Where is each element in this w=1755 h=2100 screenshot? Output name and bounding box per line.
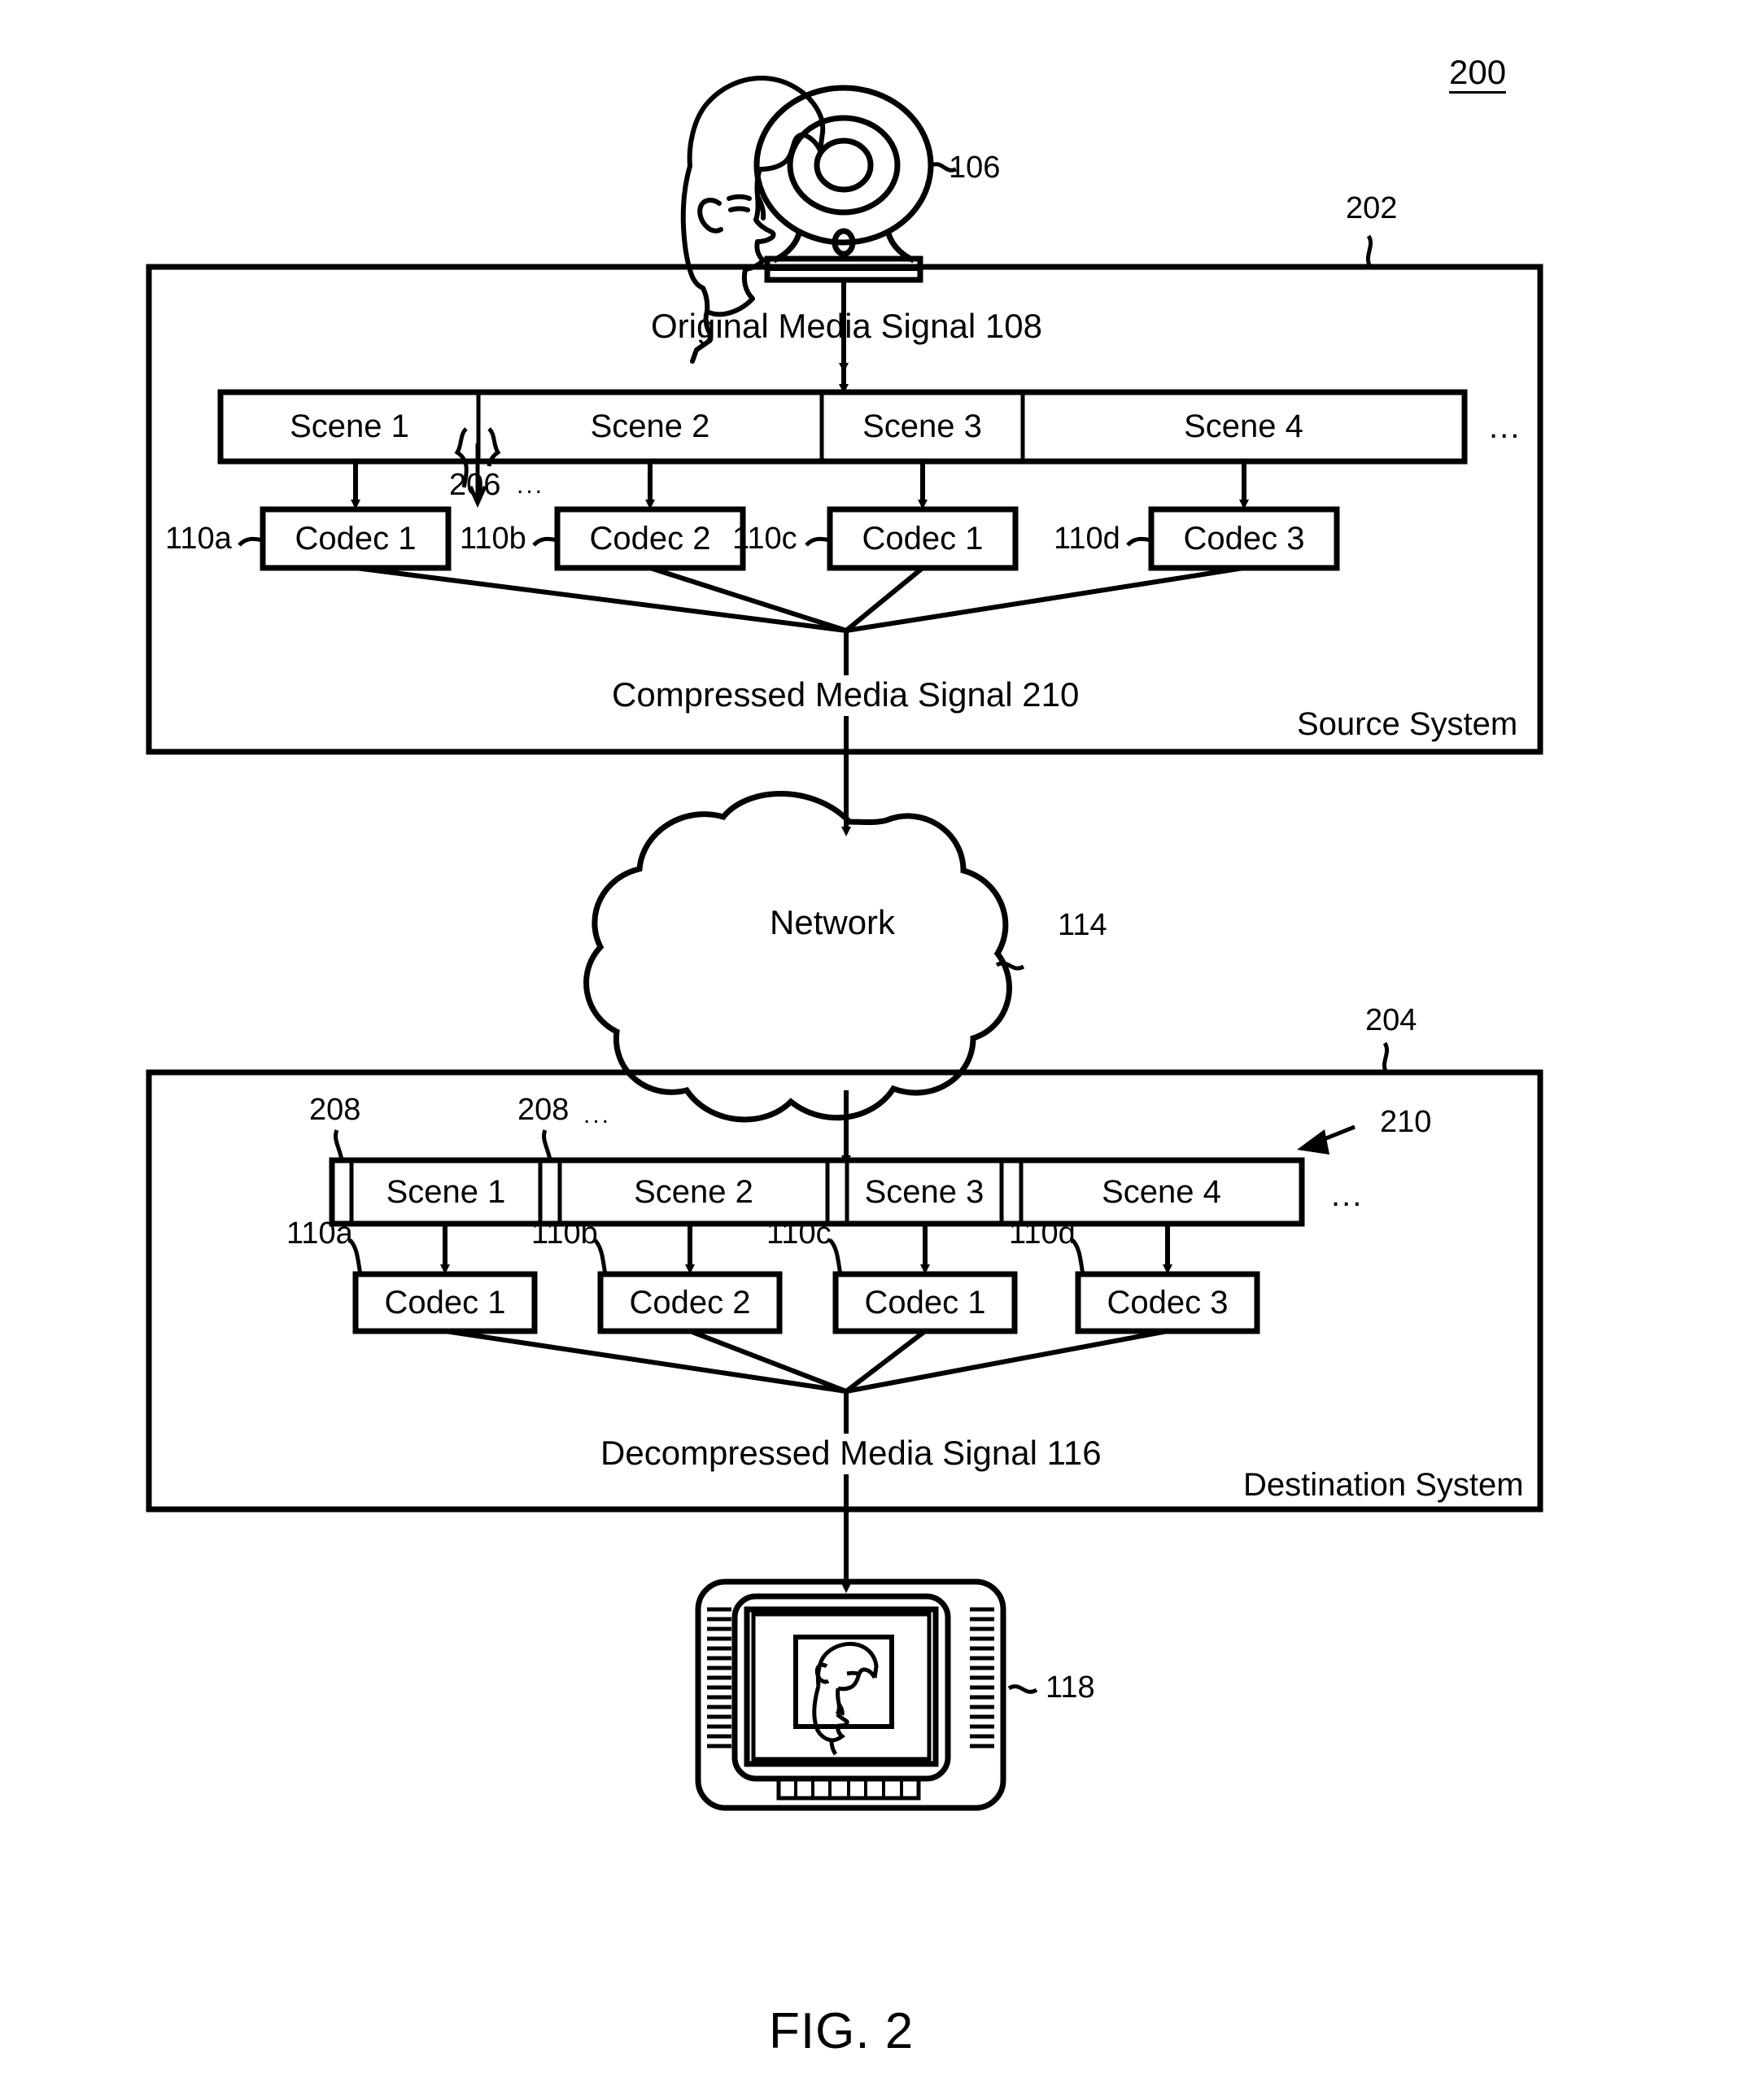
source-scene-2: Scene 2 — [590, 408, 710, 444]
figure-system-ref: 200 — [1449, 55, 1507, 94]
source-scene-3: Scene 3 — [862, 408, 982, 444]
destination-codec-ref-110c: 110c — [766, 1216, 832, 1251]
ref-202-leader — [1365, 234, 1373, 269]
destination-codec-fanin — [444, 1329, 1168, 1434]
destination-system-label: Destination System — [1243, 1467, 1524, 1503]
ref-208-leaders — [334, 1129, 552, 1161]
monitor-control-strip — [776, 1776, 921, 1801]
source-codec-ref-110b: 110b — [460, 522, 526, 556]
source-system-label: Source System — [1297, 706, 1518, 742]
destination-track-ellipsis: ... — [1331, 1177, 1364, 1213]
source-codec-1: Codec 1 — [295, 520, 417, 557]
ref-210-leader — [1297, 1124, 1356, 1155]
webcam-icon — [753, 85, 934, 283]
destination-marker-ellipsis: ... — [583, 1102, 612, 1129]
destination-codec-2: Codec 2 — [629, 1284, 751, 1321]
destination-scene-4: Scene 4 — [1102, 1173, 1221, 1210]
destination-codec-4: Codec 3 — [1107, 1284, 1229, 1321]
destination-marker-ref-208-b: 208 — [517, 1093, 570, 1127]
ref-204-leader — [1382, 1041, 1390, 1074]
source-track-ellipsis: ... — [1489, 409, 1521, 445]
original-media-signal-label: Original Media Signal 108 — [651, 307, 1042, 345]
source-codec-4: Codec 3 — [1183, 520, 1305, 557]
decompressed-media-signal-label: Decompressed Media Signal 116 — [600, 1434, 1102, 1472]
destination-codec-ref-110b: 110b — [531, 1216, 598, 1251]
destination-scene-3: Scene 3 — [864, 1173, 984, 1210]
monitor-vents-right — [970, 1607, 994, 1749]
destination-codec-ref-110d: 110d — [1009, 1216, 1076, 1251]
destination-system-ref: 204 — [1365, 1003, 1417, 1037]
source-system-ref: 202 — [1346, 191, 1398, 225]
source-codec-3: Codec 1 — [862, 520, 984, 557]
destination-marker-ref-208-a: 208 — [309, 1093, 361, 1127]
source-codec-2: Codec 2 — [589, 520, 711, 557]
destination-scene-1: Scene 1 — [386, 1173, 506, 1210]
display-ref: 118 — [1046, 1670, 1095, 1705]
source-codec-ref-110a: 110a — [165, 522, 232, 556]
destination-codec-1: Codec 1 — [384, 1284, 506, 1321]
network-label: Network — [770, 903, 896, 941]
monitor-vents-left — [707, 1607, 731, 1749]
compressed-stream-ref: 210 — [1380, 1105, 1432, 1139]
figure-caption: FIG. 2 — [769, 2003, 915, 2059]
destination-codec-3: Codec 1 — [864, 1284, 986, 1321]
display-monitor-icon — [695, 1578, 1006, 1811]
destination-scene-2: Scene 2 — [634, 1173, 753, 1210]
source-codec-ref-110d: 110d — [1054, 522, 1120, 556]
ref-118-leader — [1007, 1684, 1038, 1694]
network-ref: 114 — [1058, 908, 1107, 942]
compressed-media-signal-label: Compressed Media Signal 210 — [612, 675, 1080, 714]
source-scene-4: Scene 4 — [1184, 408, 1303, 444]
source-scene-1: Scene 1 — [290, 408, 409, 444]
ref-114-leader — [995, 961, 1025, 971]
screen-head-icon — [812, 1641, 879, 1756]
source-codec-fanin — [355, 565, 1245, 675]
camera-ref: 106 — [949, 151, 1001, 185]
destination-codec-ref-leaders — [348, 1238, 1085, 1275]
scene-boundary-ellipsis: ... — [517, 472, 545, 499]
destination-codec-ref-110a: 110a — [286, 1216, 353, 1251]
scene-boundary-ref-206: 206 — [449, 468, 501, 502]
patent-figure-2: 200 202 204 210 106 114 118 Original Med… — [0, 0, 1755, 2100]
